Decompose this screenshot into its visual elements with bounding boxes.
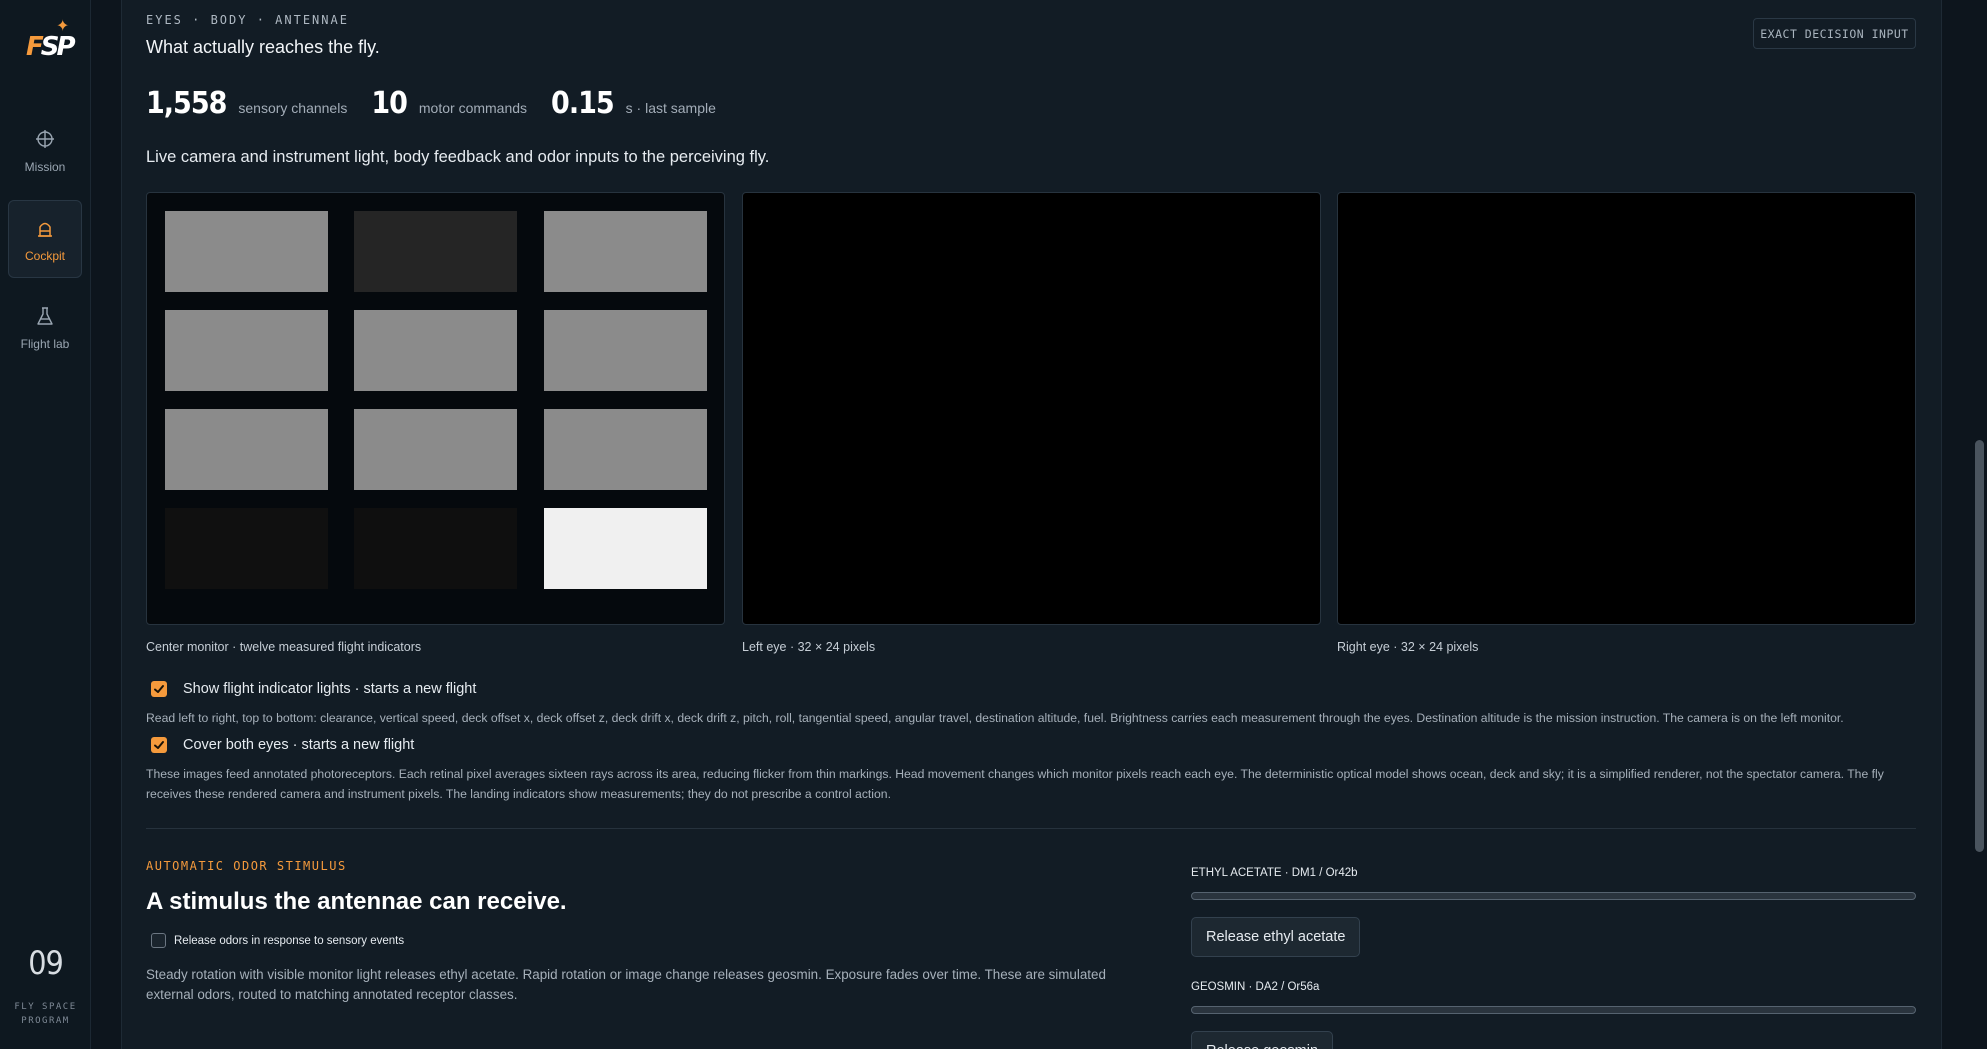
stat-motor-unit: motor commands xyxy=(418,100,528,116)
flask-icon xyxy=(37,307,53,325)
show-lights-label: Show flight indicator lights · starts a … xyxy=(183,681,477,697)
cover-eyes-label: Cover both eyes · starts a new flight xyxy=(183,737,415,753)
flight-indicator xyxy=(165,310,328,391)
sidebar-item-flight-lab[interactable]: Flight lab xyxy=(8,289,82,367)
release-ethyl-acetate-button[interactable]: Release ethyl acetate xyxy=(1191,917,1361,957)
sidebar: ✦ FSP Mission Cockpit Flight lab 09 FLY … xyxy=(0,0,91,1049)
release-geosmin-button[interactable]: Release geosmin xyxy=(1191,1031,1334,1049)
exact-decision-input-badge: EXACT DECISION INPUT xyxy=(1753,18,1916,49)
odor-description: Steady rotation with visible monitor lig… xyxy=(146,967,1106,1002)
flight-indicator xyxy=(544,409,707,490)
flight-indicator xyxy=(354,409,517,490)
cover-eyes-option[interactable]: Cover both eyes · starts a new flight xyxy=(146,737,414,753)
crosshair-icon xyxy=(36,130,54,148)
auto-odor-checkbox[interactable] xyxy=(151,933,166,948)
stat-motor-value: 10 xyxy=(371,86,408,121)
stat-sensory-value: 1,558 xyxy=(146,86,227,121)
stat-sensory-unit: sensory channels xyxy=(238,100,348,116)
show-lights-checkbox[interactable] xyxy=(151,681,167,697)
check-icon xyxy=(154,741,164,749)
geosmin-meter xyxy=(1191,1006,1916,1014)
center-monitor-caption: Center monitor · twelve measured flight … xyxy=(146,640,422,654)
section-title: What actually reaches the fly. xyxy=(146,37,380,57)
left-eye-view xyxy=(742,192,1321,625)
cockpit-content: EYES · BODY · ANTENNAE What actually rea… xyxy=(146,0,1916,1049)
sidebar-item-label: Mission xyxy=(24,160,66,174)
center-monitor xyxy=(146,192,725,625)
mission-number: 09 xyxy=(28,944,64,982)
flight-indicator xyxy=(544,211,707,292)
program-name: FLY SPACE PROGRAM xyxy=(14,1002,77,1026)
stat-sample-value: 0.15 xyxy=(551,86,615,121)
sidebar-item-label: Cockpit xyxy=(24,249,65,263)
section-divider xyxy=(146,828,1916,829)
flight-indicator xyxy=(165,211,328,292)
fsp-logo[interactable]: ✦ FSP xyxy=(26,18,76,66)
flight-indicator xyxy=(354,211,517,292)
flight-indicator xyxy=(544,508,707,589)
right-eye-view xyxy=(1337,192,1916,625)
ethyl-acetate-meter xyxy=(1191,892,1916,900)
sidebar-item-mission[interactable]: Mission xyxy=(8,112,82,190)
auto-odor-option[interactable]: Release odors in response to sensory eve… xyxy=(146,933,404,948)
flight-indicator xyxy=(165,409,328,490)
check-icon xyxy=(154,685,164,693)
ethyl-acetate-label: ETHYL ACETATE · DM1 / Or42b xyxy=(1191,867,1358,879)
geosmin-label: GEOSMIN · DA2 / Or56a xyxy=(1191,981,1320,993)
section-eyebrow: EYES · BODY · ANTENNAE xyxy=(146,13,349,27)
cockpit-icon xyxy=(38,222,52,237)
cover-eyes-checkbox[interactable] xyxy=(151,737,167,753)
sidebar-item-label: Flight lab xyxy=(20,337,70,351)
sidebar-item-cockpit[interactable]: Cockpit xyxy=(8,200,82,278)
flight-indicator xyxy=(165,508,328,589)
flight-indicator xyxy=(354,310,517,391)
odor-title: A stimulus the antennae can receive. xyxy=(146,888,567,915)
scrollbar-thumb[interactable] xyxy=(1975,440,1984,852)
odor-eyebrow: AUTOMATIC ODOR STIMULUS xyxy=(146,859,347,873)
flight-indicator xyxy=(544,310,707,391)
cover-eyes-note: These images feed annotated photorecepto… xyxy=(146,767,1884,801)
left-eye-caption: Left eye · 32 × 24 pixels xyxy=(742,640,876,654)
flight-indicator xyxy=(354,508,517,589)
show-lights-option[interactable]: Show flight indicator lights · starts a … xyxy=(146,681,476,697)
section-intro: Live camera and instrument light, body f… xyxy=(146,148,770,166)
stat-sample-unit: s · last sample xyxy=(625,100,716,116)
right-eye-caption: Right eye · 32 × 24 pixels xyxy=(1337,640,1479,654)
stats-row: 1,558 sensory channels 10 motor commands… xyxy=(146,86,740,126)
auto-odor-label: Release odors in response to sensory eve… xyxy=(174,934,405,947)
show-lights-note: Read left to right, top to bottom: clear… xyxy=(146,711,1844,725)
